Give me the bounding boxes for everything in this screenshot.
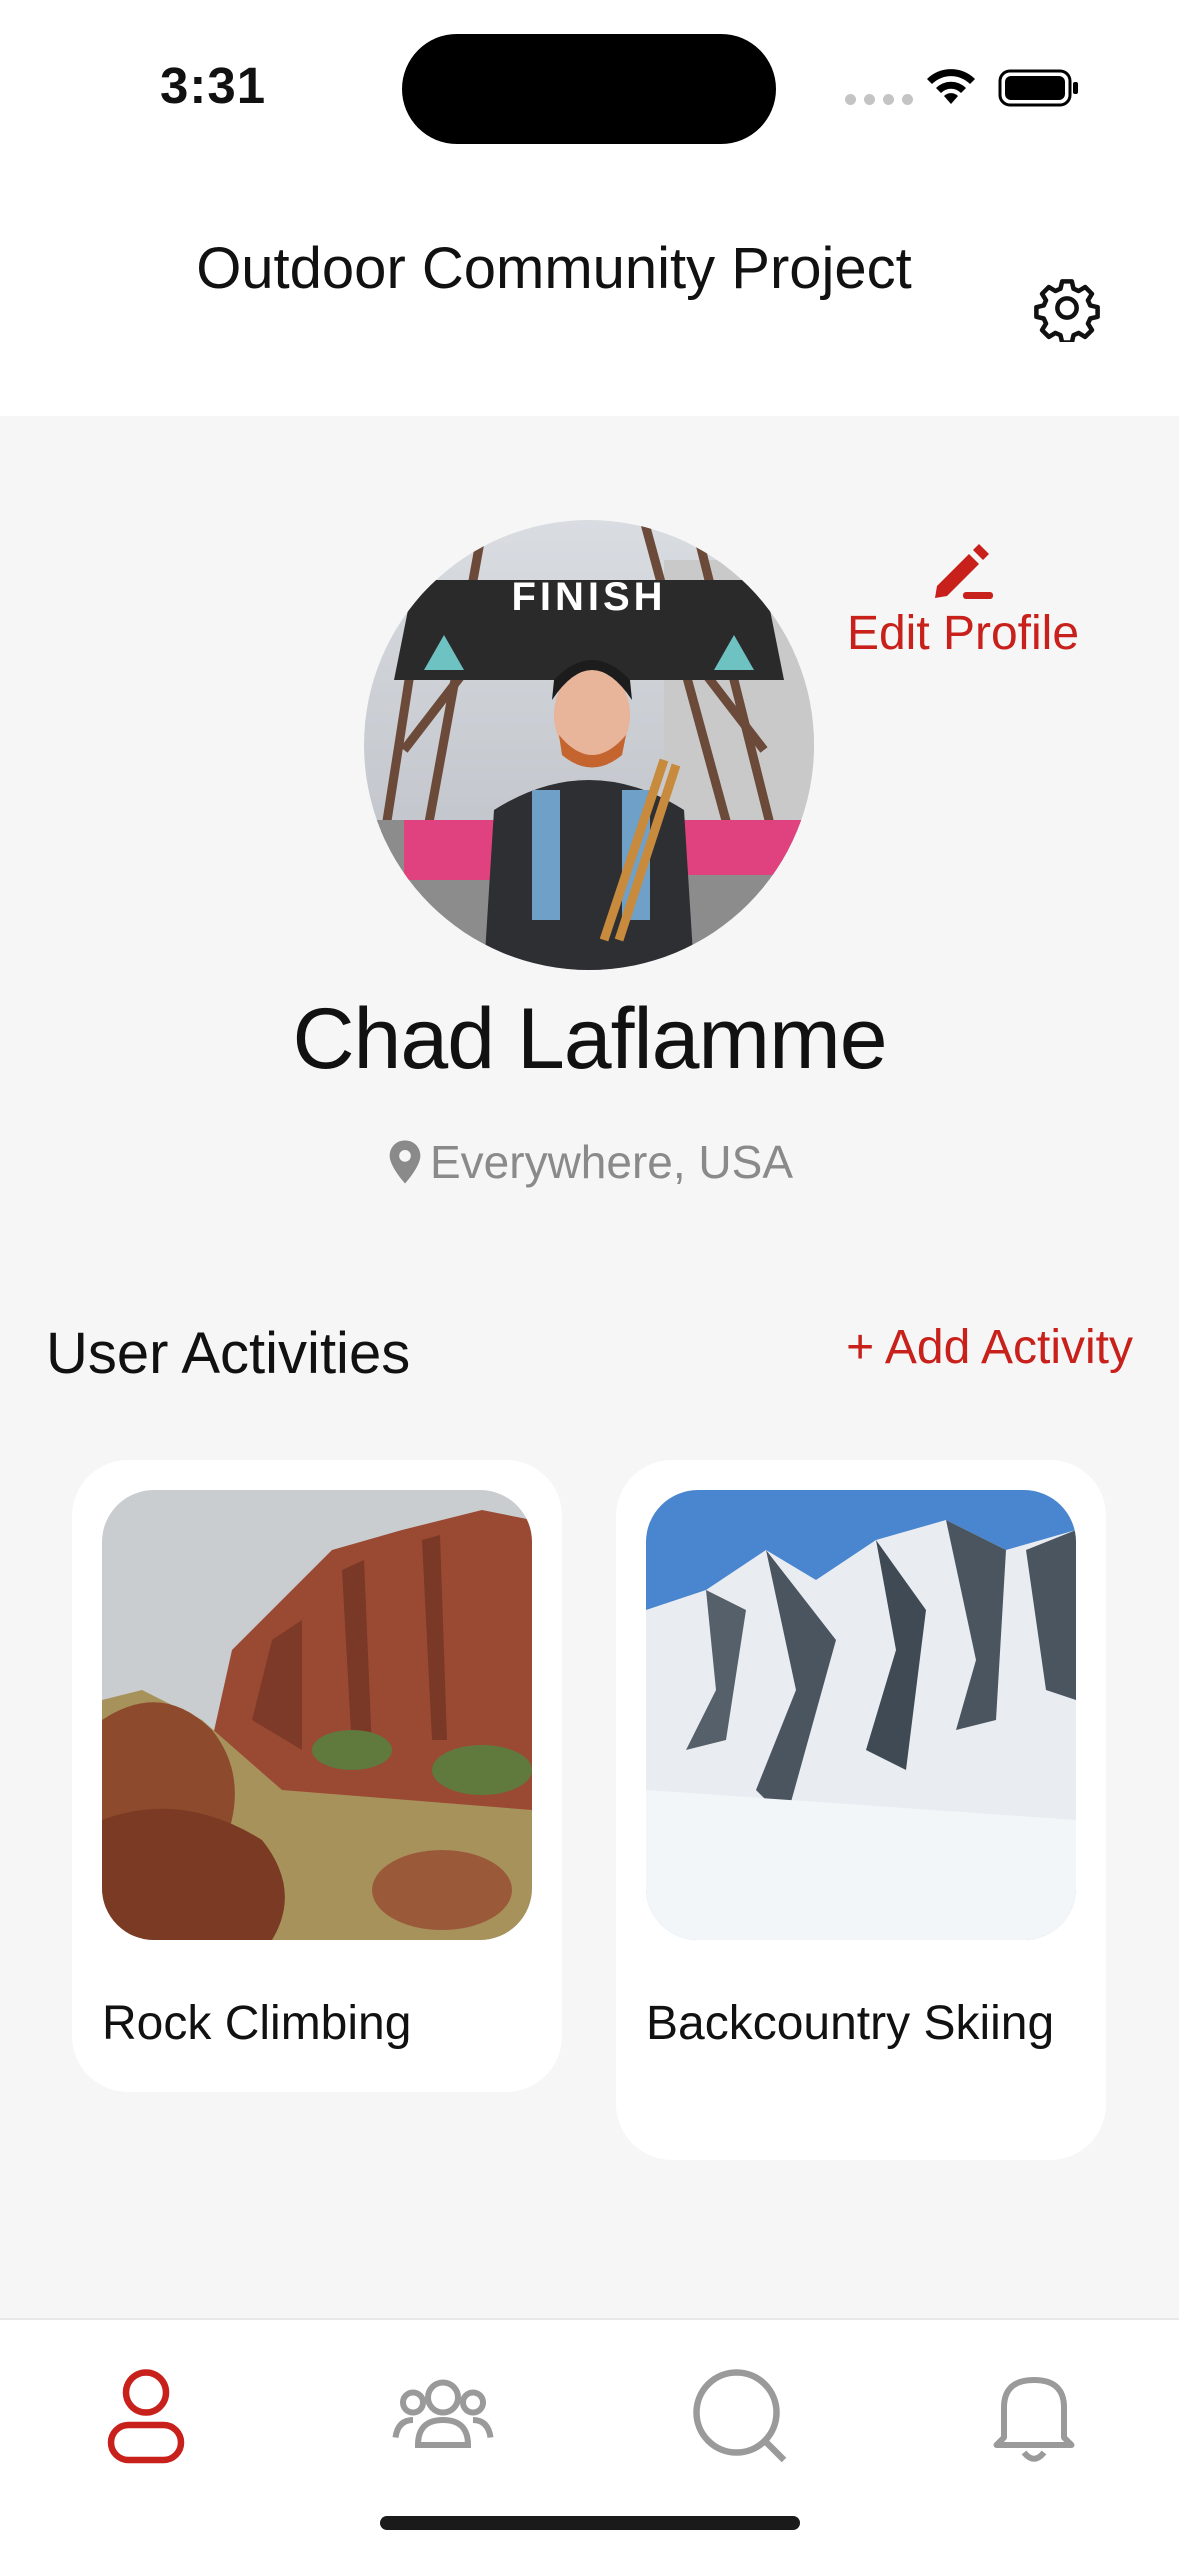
search-icon	[693, 2369, 787, 2463]
activity-card-rock-climbing[interactable]: Rock Climbing	[72, 1460, 562, 2092]
add-activity-button[interactable]: + Add Activity	[846, 1320, 1133, 1375]
tab-search[interactable]	[684, 2360, 794, 2470]
header-area: 3:31 Outdoor Community Project	[0, 0, 1179, 416]
group-icon	[392, 2379, 494, 2448]
activities-heading: User Activities	[46, 1321, 411, 1386]
edit-profile-label: Edit Profile	[846, 607, 1080, 660]
location-text: Everywhere, USA	[429, 1136, 793, 1188]
app-title: Outdoor Community Project	[196, 236, 912, 301]
avatar-sign-text: FINISH	[511, 575, 666, 619]
gear-icon[interactable]	[1033, 274, 1101, 342]
tab-notifications[interactable]	[979, 2360, 1089, 2470]
activity-label: Rock Climbing	[102, 1997, 412, 2050]
backcountry-skiing-image	[646, 1490, 1076, 1940]
rock-climbing-image	[102, 1490, 532, 1940]
activity-label: Backcountry Skiing	[646, 1997, 1055, 2050]
avatar[interactable]: FINISH	[364, 520, 814, 970]
location-row: Everywhere, USA	[0, 1135, 1179, 1189]
wifi-icon	[927, 69, 975, 104]
dynamic-island	[402, 34, 776, 144]
home-indicator	[380, 2516, 800, 2530]
activity-card-backcountry-skiing[interactable]: Backcountry Skiing	[616, 1460, 1106, 2160]
user-name: Chad Laflamme	[292, 991, 887, 1087]
tab-community[interactable]	[388, 2360, 498, 2470]
pencil-icon	[935, 544, 993, 599]
battery-icon	[998, 69, 1078, 107]
profile-screen: 3:31 Outdoor Community Project FINISH Ed…	[0, 0, 1179, 2556]
person-icon	[107, 2369, 185, 2464]
cellular-signal-icon	[845, 94, 913, 105]
tab-profile[interactable]	[91, 2360, 201, 2470]
location-pin-icon	[389, 1140, 421, 1184]
edit-profile-button[interactable]: Edit Profile	[838, 538, 1088, 664]
bell-icon	[993, 2377, 1075, 2462]
status-time: 3:31	[160, 57, 267, 114]
